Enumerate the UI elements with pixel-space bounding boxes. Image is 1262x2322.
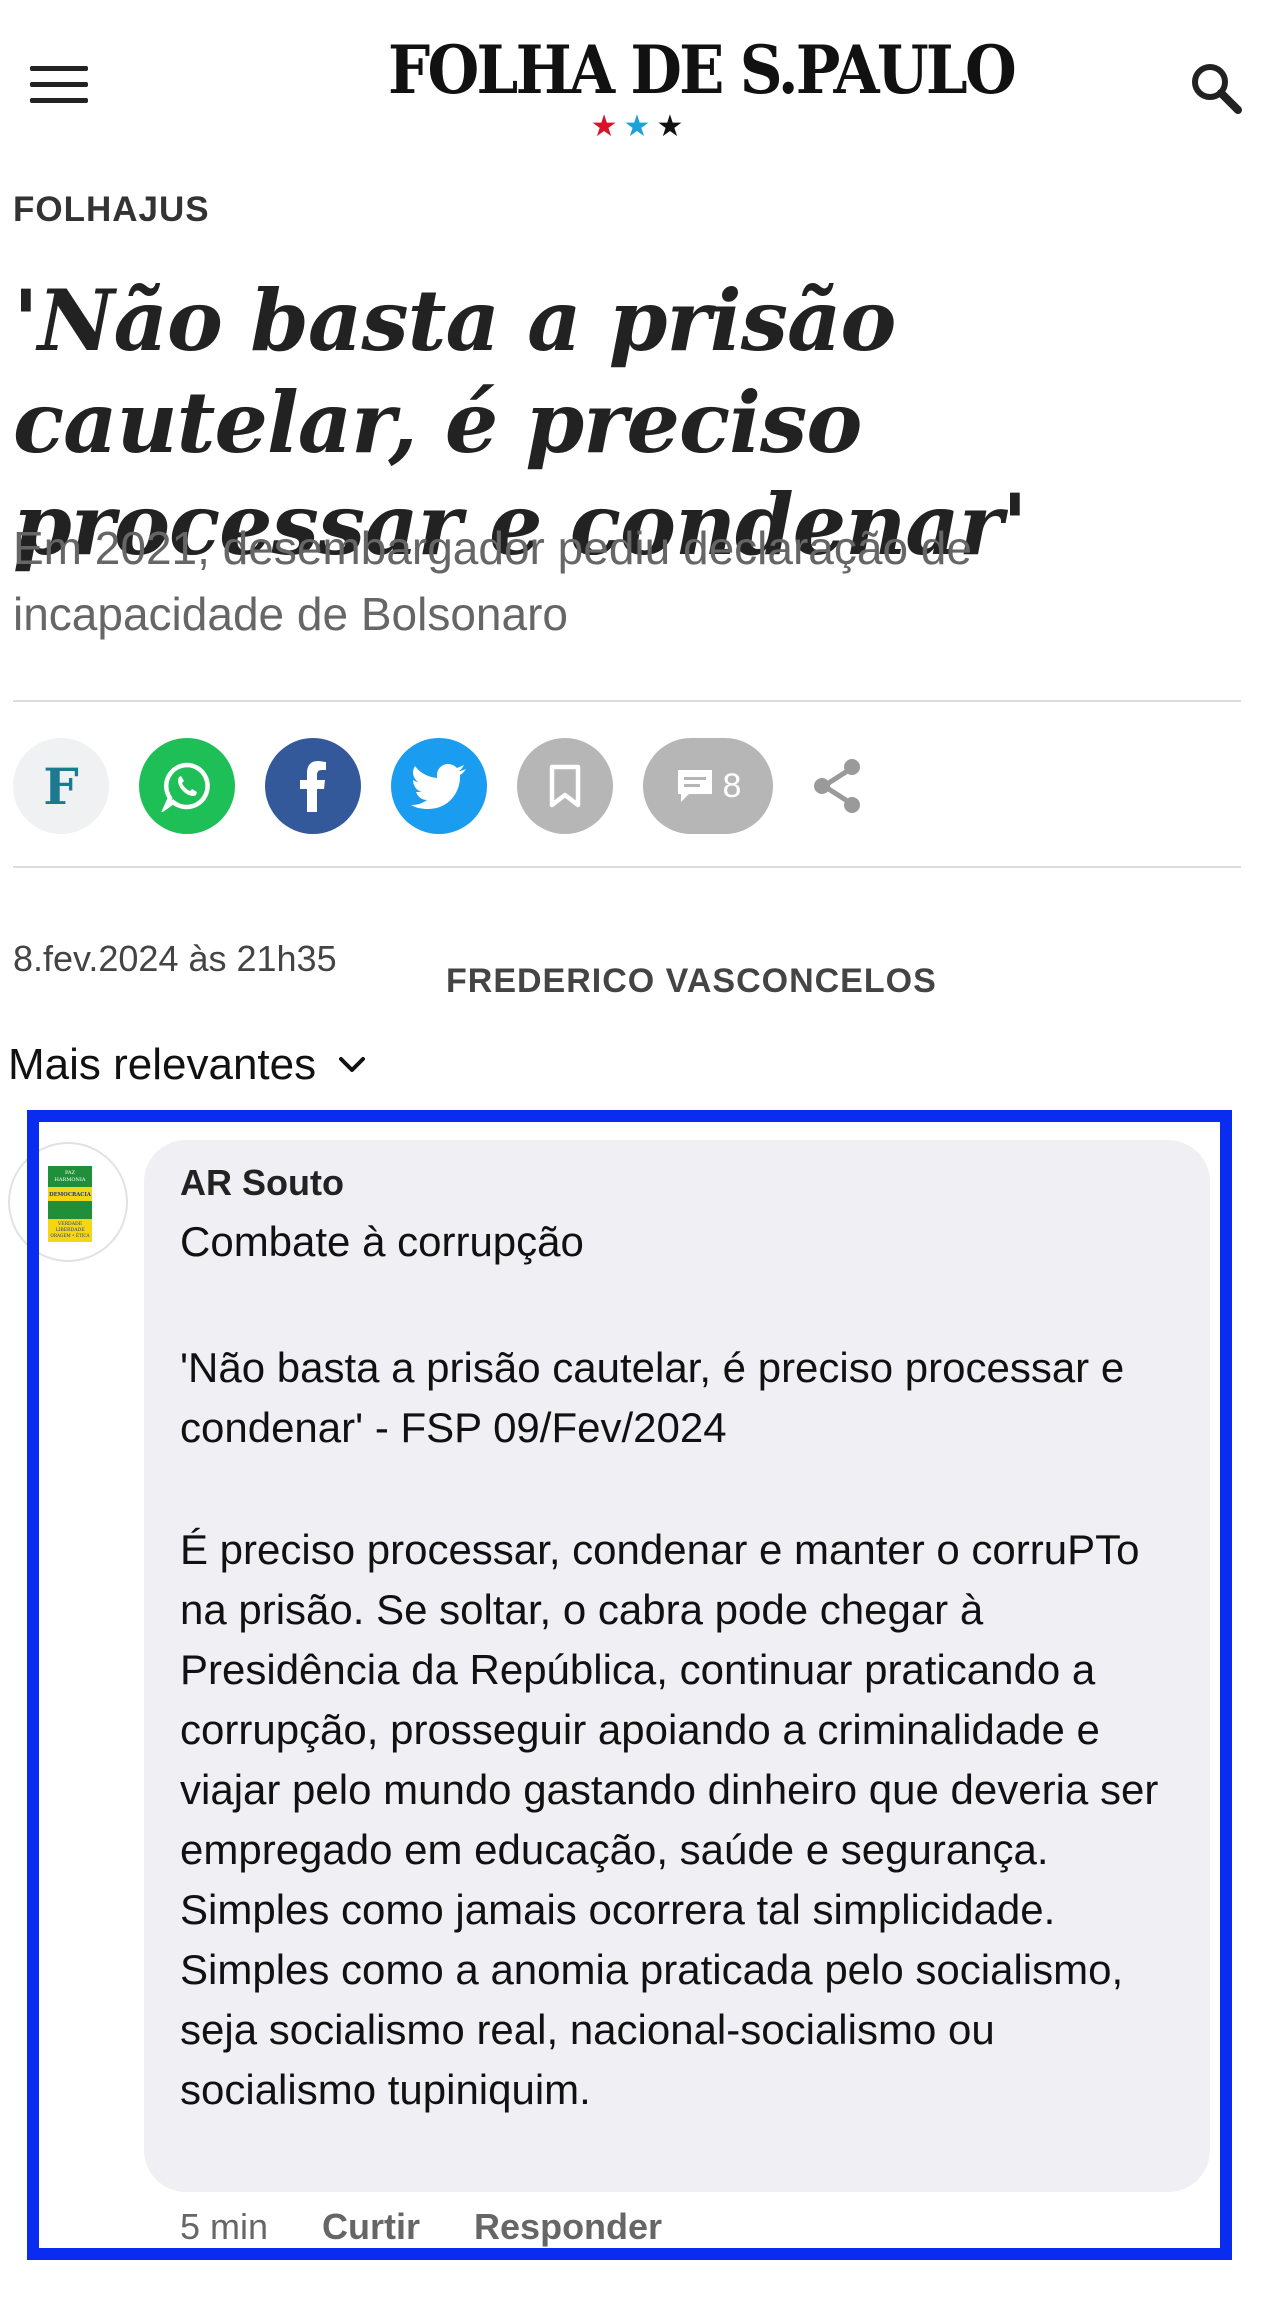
twitter-icon (411, 764, 466, 809)
hamburger-menu-icon[interactable] (30, 66, 88, 106)
bookmark-icon (549, 764, 581, 808)
author-name[interactable]: FREDERICO VASCONCELOS (446, 962, 937, 1001)
logo-stars: ★★★ (360, 112, 920, 142)
blue-star-icon: ★ (623, 110, 657, 143)
share-bar: F 8 (13, 738, 903, 834)
publish-date: 8.fev.2024 às 21h35 (13, 938, 337, 979)
black-star-icon: ★ (656, 110, 690, 143)
share-more-button[interactable] (803, 738, 873, 834)
comments-button[interactable]: 8 (643, 738, 773, 834)
folha-f-icon: F (43, 756, 79, 816)
logo-text: FOLHA DE S.PAULO (388, 31, 1017, 109)
red-star-icon: ★ (590, 110, 624, 143)
divider (13, 700, 1241, 702)
search-icon[interactable] (1188, 60, 1244, 116)
share-icon (814, 759, 860, 813)
folha-logo[interactable]: FOLHA DE S.PAULO ★★★ (360, 30, 1017, 150)
whatsapp-icon (161, 762, 210, 812)
folha-share-button[interactable]: F (13, 738, 109, 834)
sort-label: Mais relevantes (8, 1040, 317, 1089)
article-subheadline: Em 2021, desembargador pediu declaração … (13, 522, 972, 640)
chevron-down-icon (339, 1057, 366, 1072)
comment-icon (677, 770, 712, 802)
whatsapp-share-button[interactable] (139, 738, 235, 834)
facebook-icon (300, 761, 326, 812)
section-label[interactable]: FOLHAJUS (13, 190, 210, 230)
highlight-box (27, 1110, 1232, 2260)
facebook-share-button[interactable] (265, 738, 361, 834)
twitter-share-button[interactable] (391, 738, 487, 834)
bookmark-button[interactable] (517, 738, 613, 834)
comments-sort-dropdown[interactable]: Mais relevantes (8, 1040, 366, 1090)
site-header: FOLHA DE S.PAULO ★★★ (0, 0, 1262, 170)
divider (13, 866, 1241, 868)
comments-count: 8 (722, 766, 742, 805)
